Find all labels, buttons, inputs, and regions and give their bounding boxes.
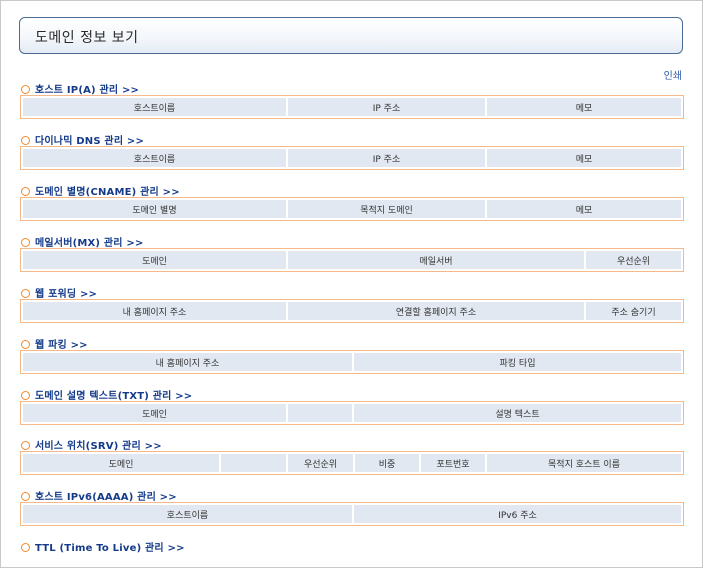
column-header: 주소 숨기기 — [586, 302, 681, 320]
column-header: 비중 — [355, 454, 421, 472]
bullet-icon — [21, 238, 30, 247]
section-title-link[interactable]: TTL (Time To Live) 관리 >> — [21, 539, 185, 554]
section-title-link[interactable]: 도메인 별명(CNAME) 관리 >> — [21, 183, 180, 198]
column-header: 도메인 — [23, 404, 288, 422]
bullet-icon — [21, 289, 30, 298]
table-header: 도메인 우선순위 비중 포트번호 목적지 호스트 이름 — [20, 451, 684, 475]
table-header: 내 홈페이지 주소 파킹 타입 — [20, 350, 684, 374]
table-header: 호스트이름 IP 주소 메모 — [20, 95, 684, 119]
bullet-icon — [21, 492, 30, 501]
page-title-box: 도메인 정보 보기 — [19, 17, 683, 54]
page-title: 도메인 정보 보기 — [35, 30, 139, 46]
column-header: 내 홈페이지 주소 — [23, 302, 288, 320]
bullet-icon — [21, 391, 30, 400]
section-title-link[interactable]: 웹 포워딩 >> — [21, 285, 97, 300]
column-header: 도메인 — [23, 251, 288, 269]
section-title-link[interactable]: 호스트 IPv6(AAAA) 관리 >> — [21, 488, 177, 503]
column-header: 도메인 — [23, 454, 221, 472]
column-header: 파킹 타입 — [354, 353, 681, 371]
column-header: 메모 — [487, 200, 681, 218]
column-header: 설명 텍스트 — [354, 404, 681, 422]
column-header — [221, 454, 288, 472]
column-header: 포트번호 — [421, 454, 487, 472]
page-frame: 도메인 정보 보기 인쇄 호스트 IP(A) 관리 >> 호스트이름 IP 주소… — [0, 0, 703, 568]
section-title-link[interactable]: 웹 파킹 >> — [21, 336, 88, 351]
column-header: IP 주소 — [288, 149, 487, 167]
bullet-icon — [21, 543, 30, 552]
bullet-icon — [21, 136, 30, 145]
column-header: 목적지 호스트 이름 — [487, 454, 681, 472]
column-header: 호스트이름 — [23, 98, 288, 116]
column-header: IP 주소 — [288, 98, 487, 116]
column-header: 목적지 도메인 — [288, 200, 487, 218]
print-link[interactable]: 인쇄 — [664, 67, 682, 82]
bullet-icon — [21, 340, 30, 349]
table-header: 호스트이름 IPv6 주소 — [20, 502, 684, 526]
table-header: 호스트이름 IP 주소 메모 — [20, 146, 684, 170]
column-header: IPv6 주소 — [354, 505, 681, 523]
table-header: 내 홈페이지 주소 연결할 홈페이지 주소 주소 숨기기 — [20, 299, 684, 323]
column-header: 우선순위 — [586, 251, 681, 269]
bullet-icon — [21, 441, 30, 450]
column-header — [288, 404, 354, 422]
table-header: 도메인 메일서버 우선순위 — [20, 248, 684, 272]
section-title-link[interactable]: 다이나믹 DNS 관리 >> — [21, 132, 144, 147]
bullet-icon — [21, 85, 30, 94]
column-header: 호스트이름 — [23, 505, 354, 523]
column-header: 도메인 별명 — [23, 200, 288, 218]
column-header: 호스트이름 — [23, 149, 288, 167]
section-title-link[interactable]: 서비스 위치(SRV) 관리 >> — [21, 437, 162, 452]
bullet-icon — [21, 187, 30, 196]
section-title-link[interactable]: 호스트 IP(A) 관리 >> — [21, 81, 139, 96]
column-header: 메모 — [487, 98, 681, 116]
section-title-link[interactable]: 도메인 설명 텍스트(TXT) 관리 >> — [21, 387, 192, 402]
column-header: 내 홈페이지 주소 — [23, 353, 354, 371]
column-header: 우선순위 — [288, 454, 355, 472]
column-header: 연결할 홈페이지 주소 — [288, 302, 586, 320]
section-title-link[interactable]: 메일서버(MX) 관리 >> — [21, 234, 144, 249]
table-header: 도메인 설명 텍스트 — [20, 401, 684, 425]
column-header: 메일서버 — [288, 251, 586, 269]
table-header: 도메인 별명 목적지 도메인 메모 — [20, 197, 684, 221]
column-header: 메모 — [487, 149, 681, 167]
